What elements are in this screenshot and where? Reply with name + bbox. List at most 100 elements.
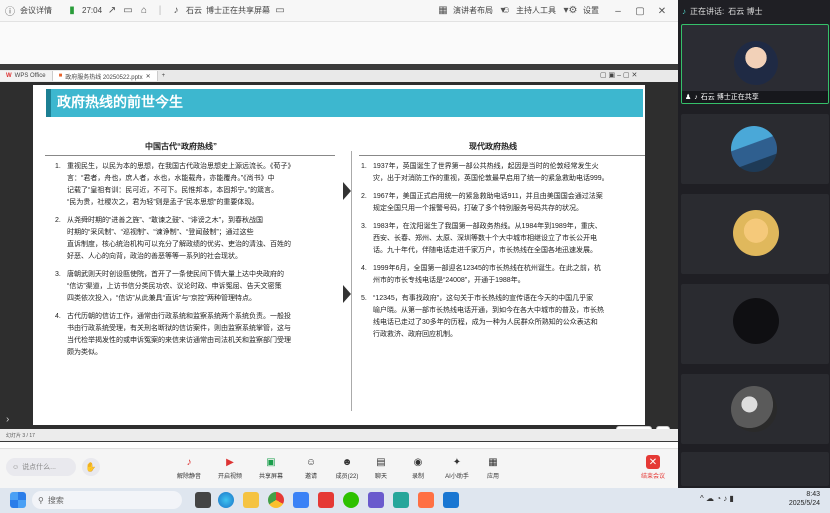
avatar	[734, 41, 778, 85]
tray-icons[interactable]: ^ ☁ ◔ ♪ ▮	[700, 494, 734, 503]
list-item-line: 话。九十年代，伴随电话走进千家万户，市长热线在全国各地迅速发展。	[373, 247, 597, 254]
tab-pptx[interactable]: ■ 政府服务热线 20250522.pptx ✕	[52, 71, 158, 81]
wps-icon[interactable]	[318, 492, 334, 508]
app-icon[interactable]	[368, 492, 384, 508]
participant-tile[interactable]	[681, 452, 829, 486]
list-item: 2. 1967年，美国正式启用统一的紧急救助电话911，并且由美国国会通过法案 规定…	[361, 191, 641, 215]
list-item-number: 4.	[55, 313, 61, 320]
screen-icon[interactable]: ▭	[122, 4, 134, 16]
app-icon[interactable]	[393, 492, 409, 508]
end-meeting-label: 结束会议	[640, 474, 665, 480]
participant-tile[interactable]	[681, 194, 829, 274]
list-item-line: 颇为类似。	[67, 349, 102, 356]
store-icon[interactable]	[293, 492, 309, 508]
settings-button[interactable]: 设置	[583, 5, 599, 16]
slide-title: 政府热线的前世今生	[57, 94, 183, 110]
info-icon[interactable]: ⓘ	[4, 4, 16, 18]
windows-start-icon[interactable]	[10, 492, 26, 508]
list-item-number: 4.	[361, 265, 367, 272]
task-view-icon[interactable]	[195, 492, 211, 508]
list-item-line: 四类依次投入，“信访”从此兼具“直诉”与“京控”两种管理特点。	[67, 295, 256, 302]
ai-assistant-button[interactable]: ✦ AI小助手	[440, 455, 474, 481]
layout-icon[interactable]: ▦	[437, 4, 449, 16]
wechat-icon[interactable]	[343, 492, 359, 508]
chat-label: 聊天	[374, 474, 387, 480]
avatar	[731, 386, 777, 432]
presenter-layout-button[interactable]: 演讲者布局	[453, 5, 493, 16]
left-heading-rule	[45, 155, 335, 156]
minimize-icon[interactable]: –	[612, 5, 624, 17]
list-item-line: 西安、长春、郑州、太原、深圳等数十个大中城市相继设立了市长公开电	[373, 235, 597, 242]
signal-icon: ▮	[69, 4, 75, 16]
share-screen-label: 共享屏幕	[258, 474, 283, 480]
apps-label: 应用	[486, 474, 499, 480]
taskbar-search[interactable]: ⚲ 搜索	[32, 491, 182, 509]
avatar	[733, 298, 779, 344]
chrome-icon[interactable]	[268, 492, 284, 508]
slide-counter: 幻灯片 3 / 17	[6, 432, 35, 439]
add-tab-icon[interactable]: +	[162, 73, 166, 79]
speaking-header: ♪ 正在讲话: 石云 博士	[678, 0, 830, 22]
add-user-icon: ☺	[305, 456, 317, 468]
list-item-line: 当代检举揭发性的或申诉冤案的来信来访通常由司法机关和监察部门受理	[67, 337, 291, 344]
participant-tile[interactable]	[681, 374, 829, 444]
chat-button[interactable]: ▤ 聊天	[364, 455, 398, 481]
tab-wps[interactable]: W WPS Office	[0, 71, 53, 81]
folder-icon[interactable]	[243, 492, 259, 508]
self-video-tile[interactable]: ♟ ♪ 石云 博士正在共享	[681, 24, 829, 104]
members-button[interactable]: ☻ 成员(22)	[330, 455, 364, 481]
list-item-text: 1937年，英国诞生了世界第一部公共热线，起因是当时的伦敦经常发生火 灾，出于对消…	[373, 161, 609, 185]
ai-assistant-label: AI小助手	[445, 474, 469, 480]
maximize-icon[interactable]: ▢	[634, 5, 646, 17]
gear-icon[interactable]: ⚙	[567, 4, 579, 16]
wps-logo-icon: W	[6, 73, 12, 79]
chat-input[interactable]: ☺ 说点什么...	[6, 458, 76, 476]
external-window-icon[interactable]: ↗	[106, 4, 118, 16]
list-item-line: 重视民生，以民为本的思想，在我国古代政治思想史上源远流长。《荀子》	[67, 163, 295, 170]
clock[interactable]: 8:43 2025/5/24	[782, 490, 820, 508]
left-column-heading: 中国古代“政府热线”	[145, 142, 217, 151]
host-tools-button[interactable]: 主持人工具	[516, 5, 556, 16]
record-button[interactable]: ◉ 录制	[401, 455, 435, 481]
apps-button[interactable]: ▦ 应用	[476, 455, 510, 481]
apps-icon: ▦	[488, 456, 498, 468]
app-icon[interactable]	[418, 492, 434, 508]
nav-prev-icon[interactable]: ›	[6, 414, 9, 425]
screen-share-icon: ▭	[275, 4, 285, 16]
close-icon[interactable]: ✕	[656, 5, 668, 17]
list-item-text: 1999年6月，全国第一部迎名12345的市长热线在杭州诞生。在此之前，杭 州市的…	[373, 263, 601, 287]
list-item-text: 1967年，美国正式启用统一的紧急救助电话911，并且由美国国会通过法案 规定全国…	[373, 191, 603, 215]
meeting-details-link[interactable]: 会议详情	[20, 5, 52, 16]
record-label: 录制	[411, 474, 424, 480]
host-tools-icon[interactable]: ☺	[500, 4, 512, 16]
invite-button[interactable]: ☺ 邀请	[294, 455, 328, 481]
window-controls-icon[interactable]: ▢ ▣ – ▢ ✕	[600, 71, 637, 79]
participant-tile[interactable]	[681, 284, 829, 364]
list-item-line: 1937年，英国诞生了世界第一部公共热线，起因是当时的伦敦经常发生火	[373, 163, 599, 170]
list-item-line: 规定全国只用一个报警号码，打破了多个特别服务号码共存的状况。	[373, 205, 583, 212]
reaction-button[interactable]: ✋	[82, 458, 100, 476]
edge-icon[interactable]	[218, 492, 234, 508]
meeting-timer: 27:04	[82, 5, 103, 15]
participant-tile[interactable]	[681, 114, 829, 184]
column-divider	[351, 151, 352, 411]
share-screen-button[interactable]: ▣ 共享屏幕	[254, 455, 288, 481]
list-item-number: 3.	[361, 223, 367, 230]
emoji-icon: ☺	[12, 463, 20, 471]
unmute-button[interactable]: ♪ 解除静音	[172, 455, 206, 481]
list-item: 3. 1983年，在沈阳诞生了我国第一部政务热线。从1984年到1989年，重庆、…	[361, 221, 641, 257]
list-item-line: 1967年，美国正式启用统一的紧急救助电话911，并且由美国国会通过法案	[373, 193, 603, 200]
app-icon[interactable]	[443, 492, 459, 508]
list-item-number: 1.	[55, 163, 61, 170]
chevron-right-icon	[343, 182, 351, 200]
list-item-line: “12345，有事找政府”，这句关于市长热线的宣传语在今天的中国几乎家	[373, 295, 594, 302]
close-icon[interactable]: ✕	[146, 73, 151, 80]
tag-icon[interactable]: ⌂	[138, 4, 150, 16]
list-item-line: 唐朝武则天时创设匦使院，首开了一条使民间下情大量上达中央政府的	[67, 271, 284, 278]
avatar	[733, 210, 779, 256]
mic-off-icon[interactable]: ♪	[170, 4, 182, 16]
chat-placeholder: 说点什么...	[22, 464, 56, 471]
end-meeting-button[interactable]: ✕ 结束会议	[636, 455, 670, 480]
start-video-button[interactable]: ▶ 开启视频	[213, 455, 247, 481]
list-item-line: 言：“君者，舟也，庶人者，水也，水能载舟，亦能覆舟。”《尚书》中	[67, 175, 275, 182]
